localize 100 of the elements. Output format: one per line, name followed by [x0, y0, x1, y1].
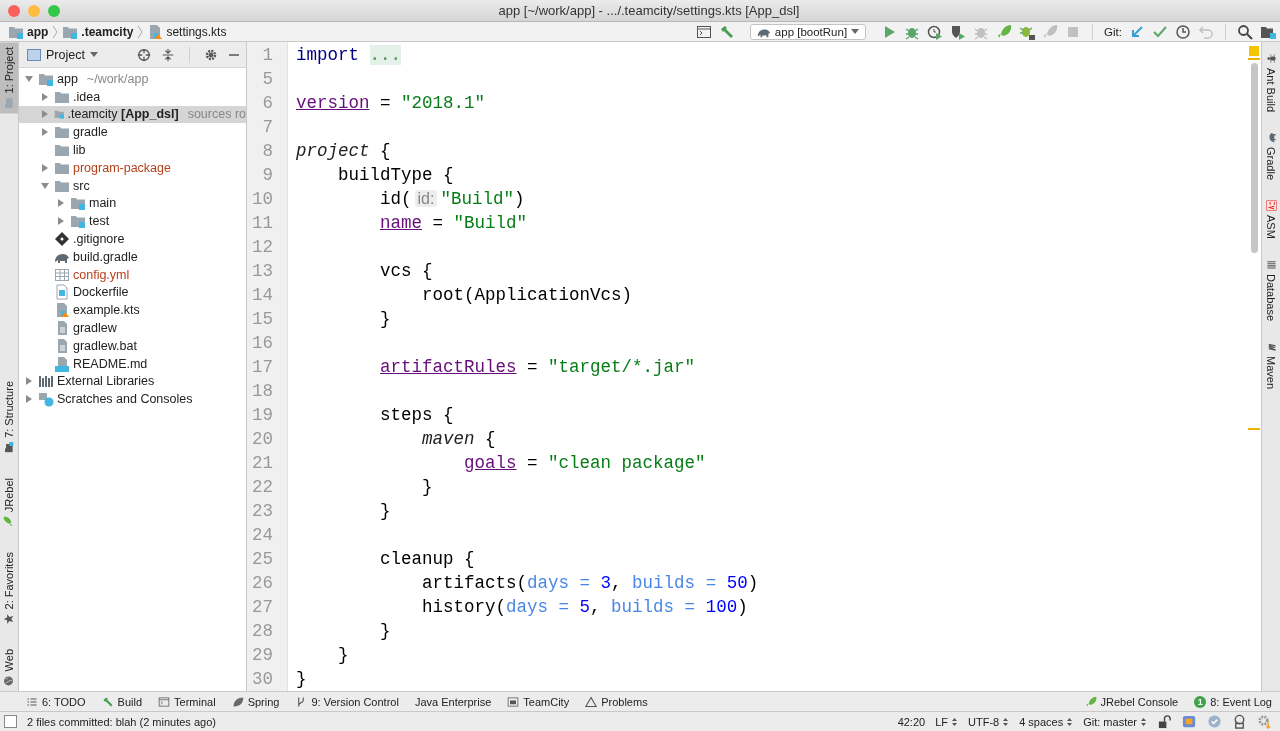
- tree-item-label: lib: [73, 143, 86, 158]
- line-number: 7: [261, 116, 274, 139]
- up-down-arrows-icon: [1002, 716, 1010, 727]
- breadcrumb[interactable]: .teamcity: [58, 23, 138, 40]
- tree-item[interactable]: program-package: [19, 159, 246, 177]
- up-down-arrows-icon: [1140, 716, 1147, 727]
- tool-window-tab[interactable]: Maven: [1262, 336, 1280, 395]
- warning-icon: [585, 695, 598, 708]
- folder-icon: [54, 124, 70, 141]
- code-line: }: [338, 644, 349, 667]
- tree-item-label: .teamcity [App_dsl]: [67, 107, 179, 122]
- plugin-icon[interactable]: [1182, 714, 1197, 729]
- status-widget[interactable]: UTF-8: [968, 715, 1010, 728]
- shield-play-icon[interactable]: [950, 23, 967, 40]
- tool-window-tab[interactable]: ASM: [1262, 195, 1280, 244]
- tool-window-tab[interactable]: Gradle: [1262, 127, 1280, 186]
- terminal-icon: [158, 695, 171, 708]
- code-line: goals = "clean package": [464, 452, 706, 475]
- tool-window-button[interactable]: Java Enterprise: [414, 695, 492, 708]
- tool-window-button[interactable]: Build: [101, 695, 143, 708]
- arrow-icon[interactable]: [1129, 23, 1145, 40]
- ant-icon: [1265, 53, 1277, 64]
- tree-item[interactable]: Scratches and Consoles: [19, 390, 246, 409]
- tool-windows-toggle[interactable]: [4, 715, 17, 728]
- tool-window-tab[interactable]: JRebel: [0, 472, 18, 533]
- search-icon[interactable]: [1237, 23, 1253, 40]
- tree-item[interactable]: External Libraries: [19, 372, 246, 391]
- tool-window-tab[interactable]: 2: Favorites: [0, 546, 18, 630]
- breadcrumb[interactable]: app: [4, 23, 53, 40]
- status-widget[interactable]: 4 spaces: [1019, 715, 1074, 728]
- tree-item-label: Dockerfile: [73, 285, 129, 300]
- terminal-icon[interactable]: [695, 23, 712, 40]
- tool-window-tab[interactable]: 7: Structure: [0, 376, 18, 459]
- globe-icon: [3, 675, 15, 686]
- code-line: root(ApplicationVcs): [422, 284, 633, 307]
- tool-window-tab[interactable]: Database: [1262, 253, 1280, 326]
- kotlin-file-icon: [54, 302, 70, 319]
- collapse-all-icon[interactable]: [161, 47, 175, 62]
- hammer-icon: [101, 695, 114, 708]
- tree-item-label: program-package: [73, 160, 171, 175]
- caret-position[interactable]: 42:20: [897, 715, 926, 728]
- zoom-button[interactable]: [48, 4, 60, 17]
- tool-window-button[interactable]: 6: TODO: [26, 695, 86, 708]
- settings-icon[interactable]: [204, 47, 218, 62]
- lock-icon[interactable]: [1157, 714, 1172, 729]
- line-number: 15: [251, 308, 274, 331]
- tree-item[interactable]: test: [19, 212, 246, 231]
- breadcrumb[interactable]: settings.kts: [143, 23, 231, 40]
- tree-item[interactable]: README.md: [19, 354, 246, 373]
- status-widget[interactable]: LF: [935, 715, 958, 728]
- line-number: 1: [261, 44, 274, 67]
- tool-window-button[interactable]: Problems: [585, 695, 648, 708]
- tool-window-button[interactable]: TeamCity: [507, 695, 570, 708]
- tree-item[interactable]: example.kts: [19, 301, 246, 320]
- robot-icon[interactable]: [1232, 714, 1247, 729]
- tree-item[interactable]: .gitignore: [19, 230, 246, 248]
- line-number: 24: [251, 524, 274, 547]
- gear-icon[interactable]: [1257, 714, 1272, 729]
- git-label: Git:: [1104, 25, 1122, 38]
- status-widget[interactable]: Git: master: [1083, 715, 1147, 728]
- tool-window-button[interactable]: Terminal: [158, 695, 216, 708]
- tree-item[interactable]: src: [19, 176, 246, 195]
- tree-item[interactable]: app ~/work/app: [19, 70, 246, 88]
- scrollbar-thumb[interactable]: [1250, 63, 1258, 253]
- tree-item[interactable]: .teamcity [App_dsl] sources ro: [19, 105, 246, 124]
- tree-item[interactable]: config.yml: [19, 265, 246, 284]
- clock-icon[interactable]: [1175, 23, 1191, 40]
- tree-item[interactable]: build.gradle: [19, 247, 246, 266]
- tool-window-tab[interactable]: Ant Build: [1262, 48, 1280, 118]
- tool-window-button[interactable]: Spring: [231, 695, 280, 708]
- hammer-icon[interactable]: [718, 23, 735, 40]
- tree-item[interactable]: gradlew: [19, 319, 246, 337]
- tree-item[interactable]: .idea: [19, 87, 246, 106]
- tool-window-tab[interactable]: Web: [0, 643, 18, 691]
- tool-window-tab[interactable]: 1: Project: [0, 42, 18, 114]
- crosshair-icon[interactable]: [137, 47, 151, 62]
- run-configuration-dropdown[interactable]: app [bootRun]: [749, 23, 867, 40]
- code-line: steps {: [380, 404, 454, 427]
- tool-window-button[interactable]: 1 8: Event Log: [1194, 695, 1272, 708]
- tree-item[interactable]: gradle: [19, 123, 246, 142]
- tool-window-button[interactable]: 9: Version Control: [295, 695, 399, 708]
- line-number: 8: [261, 140, 274, 163]
- project-view-dropdown[interactable]: Project: [27, 47, 98, 62]
- tree-item-label: gradle: [73, 125, 108, 140]
- line-number: 11: [251, 212, 274, 235]
- clock-play-icon[interactable]: [927, 23, 944, 40]
- tree-item[interactable]: main: [19, 194, 246, 213]
- tree-item[interactable]: lib: [19, 141, 246, 159]
- markdown-file-icon: [54, 355, 70, 372]
- tree-item-hint: ~/work/app: [86, 71, 149, 86]
- tree-item[interactable]: gradlew.bat: [19, 336, 246, 355]
- code-line: vcs {: [380, 260, 433, 283]
- check-icon[interactable]: [1207, 714, 1222, 729]
- tree-item[interactable]: Dockerfile: [19, 283, 246, 302]
- close-button[interactable]: [8, 4, 20, 17]
- tree-item-hint: sources ro: [187, 107, 246, 122]
- code-line: id( id: "Build"): [380, 188, 525, 211]
- table-icon: [54, 266, 70, 283]
- tool-window-button[interactable]: JRebel Console: [1084, 695, 1179, 708]
- code-line: cleanup {: [380, 548, 475, 571]
